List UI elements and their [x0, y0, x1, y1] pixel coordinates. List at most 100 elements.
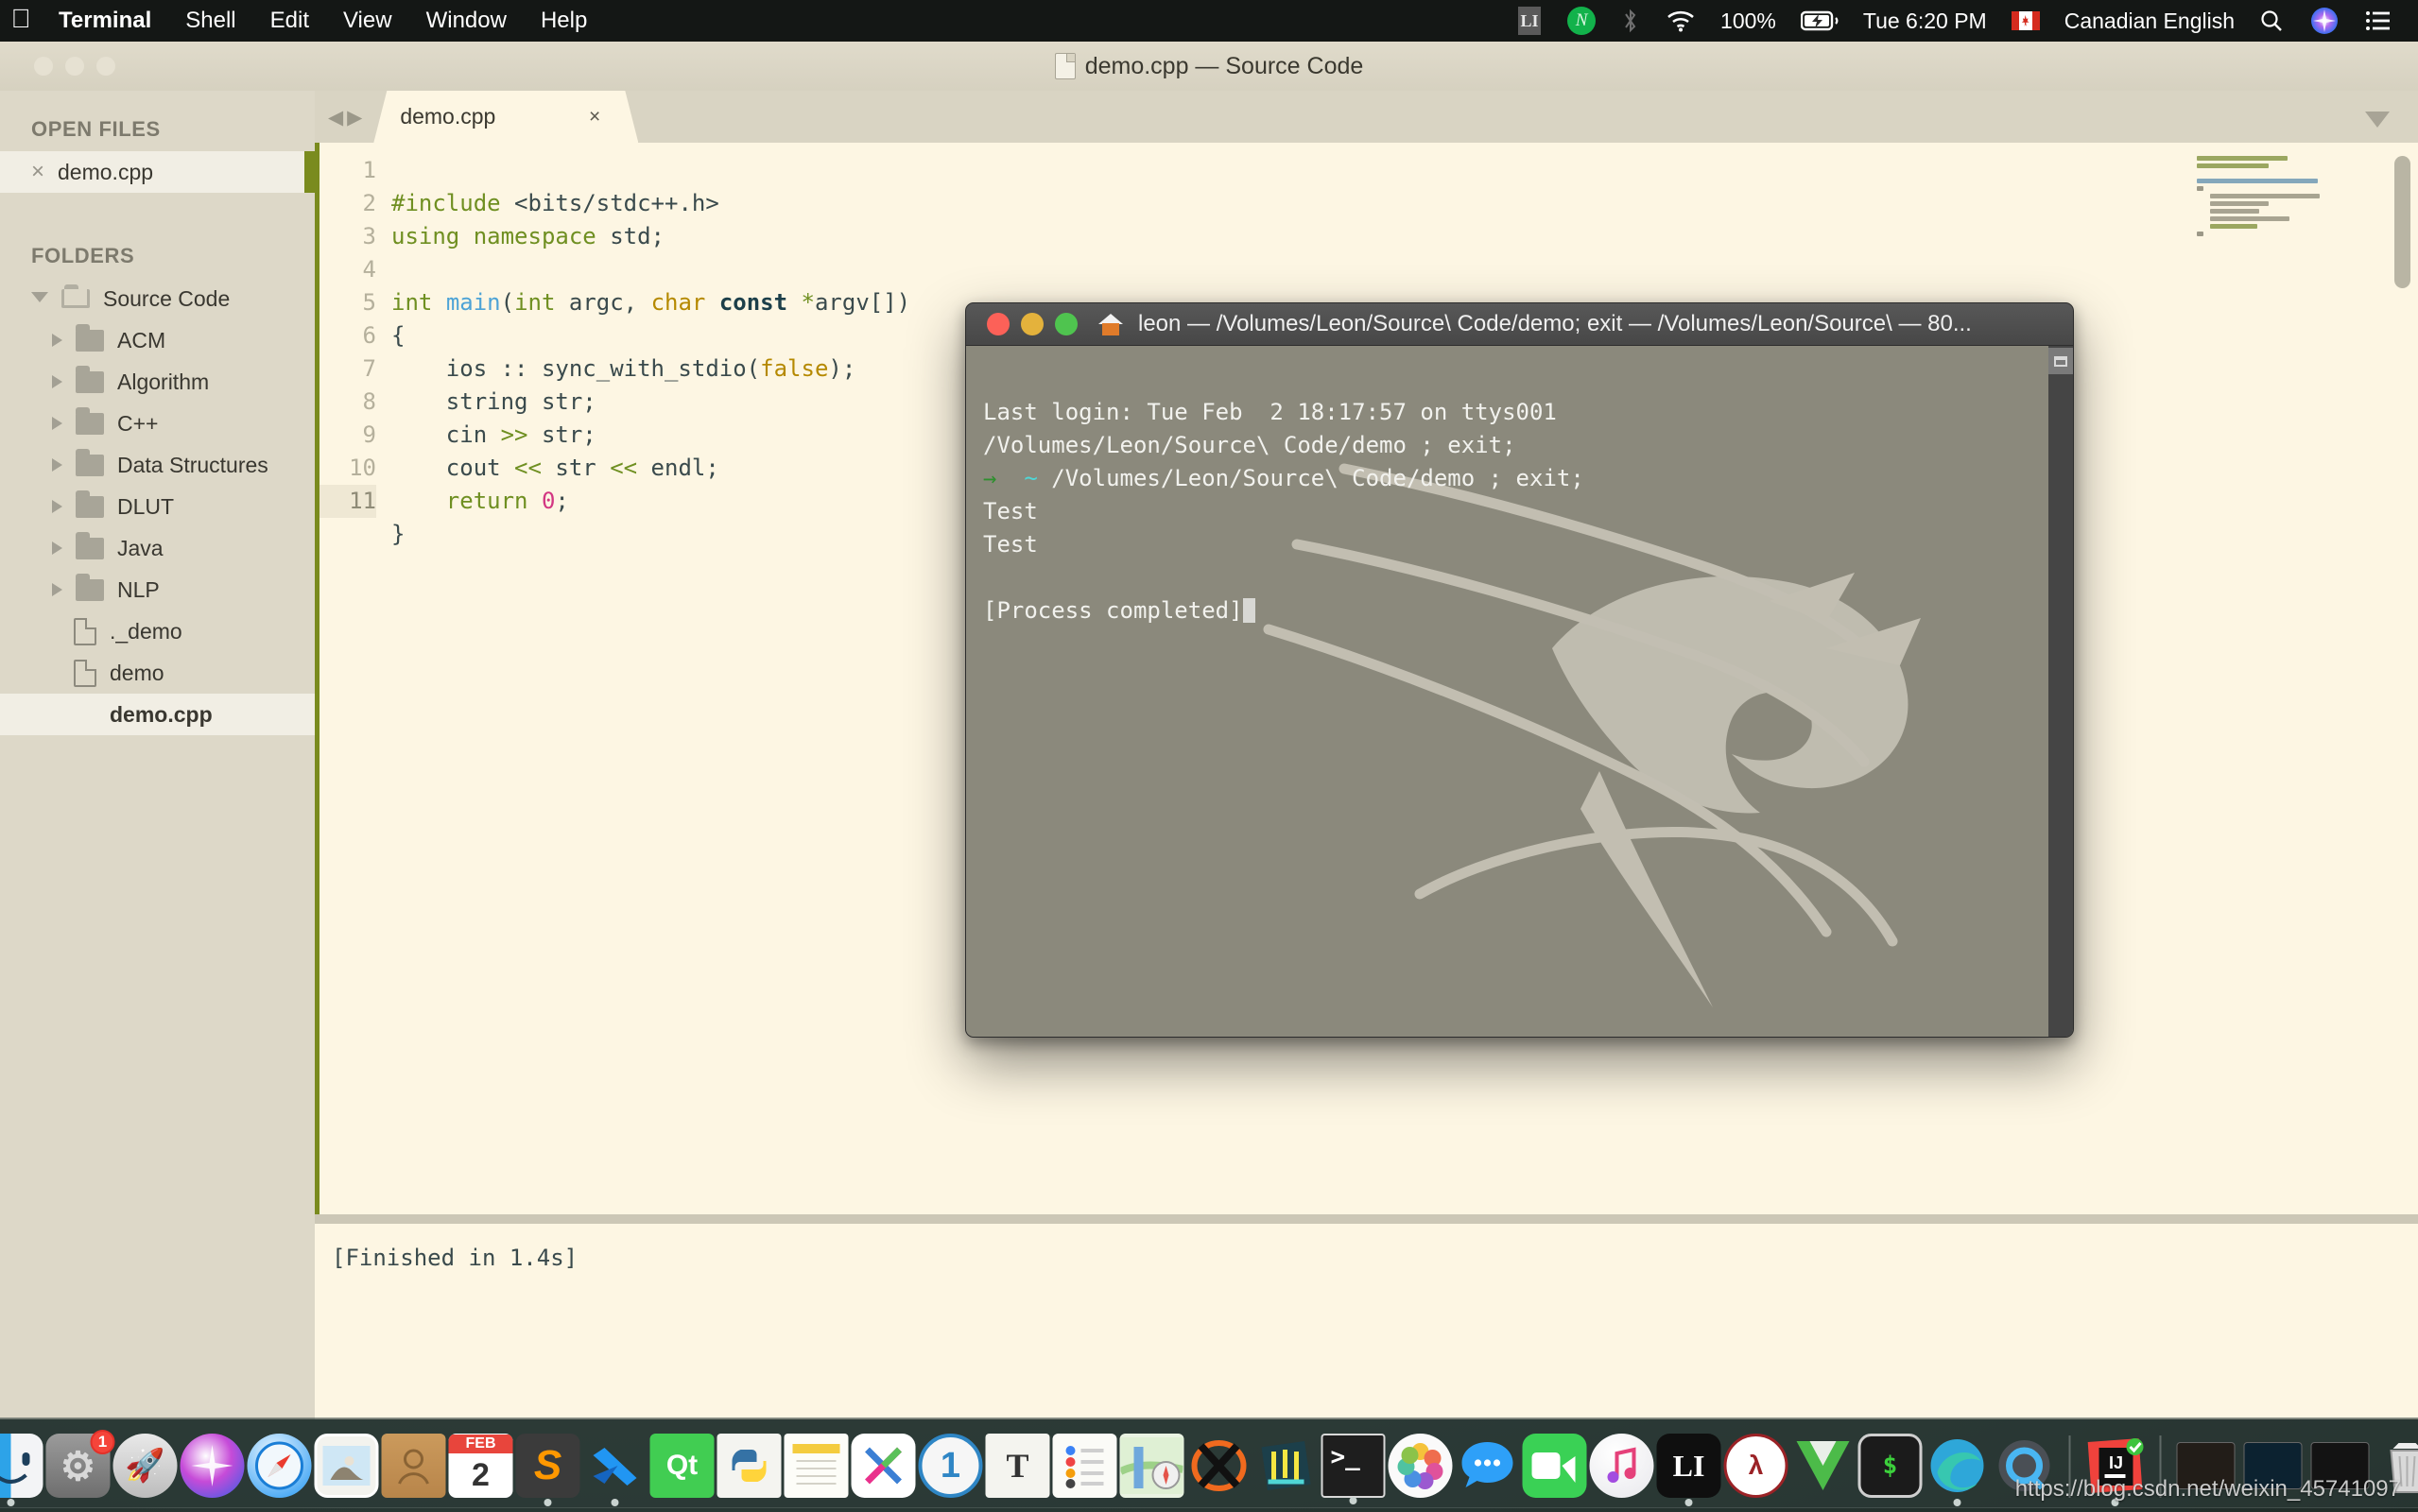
- close-button[interactable]: [987, 313, 1010, 335]
- menu-bar-clock[interactable]: Tue 6:20 PM: [1852, 9, 1998, 34]
- chevron-right-icon[interactable]: [52, 458, 62, 472]
- battery-charging-icon[interactable]: [1788, 10, 1852, 31]
- menu-item-terminal[interactable]: Terminal: [42, 8, 168, 34]
- chevron-down-icon[interactable]: [2365, 112, 2390, 128]
- chevron-right-icon[interactable]: [52, 417, 62, 430]
- dock-item-microsoft-edge[interactable]: [1926, 1434, 1990, 1506]
- dock-item-messages[interactable]: [1456, 1434, 1520, 1498]
- folder-source-code[interactable]: Source Code: [0, 278, 315, 319]
- dock-item-mit-app[interactable]: λ: [1723, 1434, 1788, 1498]
- dock-item-python-idle[interactable]: [717, 1434, 782, 1498]
- dock-item-finder[interactable]: [0, 1434, 43, 1506]
- sidebar-item-dot-demo[interactable]: ._demo: [0, 610, 315, 652]
- terminal-body[interactable]: Last login: Tue Feb 2 18:17:57 on ttys00…: [966, 346, 2073, 1037]
- gear-icon: ⚙: [60, 1443, 96, 1488]
- terminal-title-bar[interactable]: leon — /Volumes/Leon/Source\ Code/demo; …: [966, 303, 2073, 346]
- sidebar-item-acm[interactable]: ACM: [0, 319, 315, 361]
- tab-next-icon[interactable]: ▶: [347, 106, 362, 129]
- calendar-month-label: FEB: [448, 1435, 513, 1453]
- dock-item-mail[interactable]: [314, 1434, 379, 1498]
- sidebar-item-cpp[interactable]: C++: [0, 403, 315, 444]
- dock-item-visual-studio-code[interactable]: [583, 1434, 648, 1506]
- dock-item-onenote[interactable]: 1: [918, 1434, 983, 1498]
- zoom-button[interactable]: [1055, 313, 1078, 335]
- nord-vpn-icon[interactable]: N: [1554, 7, 1609, 35]
- bluetooth-icon[interactable]: [1609, 8, 1652, 34]
- sidebar-item-nlp[interactable]: NLP: [0, 569, 315, 610]
- menu-item-window[interactable]: Window: [409, 8, 524, 34]
- editor-title-bar: demo.cpp — Source Code: [0, 42, 2418, 91]
- menu-item-shell[interactable]: Shell: [168, 8, 252, 34]
- dock-item-terminal[interactable]: >_: [1321, 1434, 1386, 1504]
- wifi-icon[interactable]: [1652, 9, 1709, 32]
- dock-item-sublime-text[interactable]: S: [515, 1434, 580, 1506]
- search-icon[interactable]: [2246, 9, 2297, 33]
- line-number: 1: [362, 157, 376, 183]
- stamp-icon: [322, 1446, 371, 1486]
- chevron-right-icon[interactable]: [52, 500, 62, 513]
- dock-item-launchpad[interactable]: 🚀: [112, 1434, 178, 1498]
- input-source-label[interactable]: Canadian English: [2053, 9, 2246, 34]
- tab-prev-icon[interactable]: ◀: [328, 106, 343, 129]
- open-file-demo-cpp[interactable]: × demo.cpp: [0, 151, 315, 193]
- dock-item-lightroom[interactable]: LI: [1656, 1434, 1721, 1506]
- minimap[interactable]: [2197, 143, 2386, 1214]
- sidebar-item-label: demo.cpp: [110, 701, 213, 727]
- chevron-right-icon[interactable]: [52, 583, 62, 596]
- dock-item-textedit[interactable]: T: [985, 1434, 1050, 1498]
- dock-item-reminders[interactable]: [1052, 1434, 1117, 1498]
- apple-logo-icon[interactable]: : [0, 5, 42, 37]
- terminal-window[interactable]: leon — /Volumes/Leon/Source\ Code/demo; …: [965, 302, 2074, 1038]
- sidebar-item-java[interactable]: Java: [0, 527, 315, 569]
- notification-badge: 1: [90, 1430, 115, 1454]
- sidebar-item-algorithm[interactable]: Algorithm: [0, 361, 315, 403]
- minimize-button[interactable]: [1021, 313, 1044, 335]
- dock-item-notes[interactable]: [784, 1434, 849, 1498]
- dock-item-xampp[interactable]: [1187, 1434, 1252, 1498]
- notification-center-icon[interactable]: [2352, 9, 2405, 32]
- dock-item-qt-creator[interactable]: Qt: [649, 1434, 715, 1498]
- menu-item-view[interactable]: View: [326, 8, 409, 34]
- line-number: 7: [362, 355, 376, 382]
- lightroom-icon[interactable]: LI: [1505, 7, 1554, 35]
- terminal-scrollbar-thumb[interactable]: [2048, 348, 2073, 374]
- tab-demo-cpp[interactable]: demo.cpp ×: [373, 91, 638, 143]
- chevron-down-icon[interactable]: [31, 292, 48, 309]
- dock-item-siri[interactable]: [180, 1434, 245, 1498]
- dock-item-calendar[interactable]: FEB 2: [448, 1434, 513, 1498]
- canada-flag-icon[interactable]: [1998, 11, 2053, 30]
- chevron-right-icon[interactable]: [52, 375, 62, 388]
- dock-item-itunes[interactable]: [1589, 1434, 1654, 1498]
- sidebar-item-data-structures[interactable]: Data Structures: [0, 444, 315, 486]
- line-number: 4: [362, 256, 376, 283]
- dock-item-xmind-zen[interactable]: [1254, 1434, 1319, 1498]
- terminal-scrollbar[interactable]: [2048, 346, 2073, 1037]
- sidebar-item-demo[interactable]: demo: [0, 652, 315, 694]
- sidebar-item-demo-cpp[interactable]: demo.cpp: [0, 694, 315, 735]
- close-icon[interactable]: ×: [31, 159, 44, 185]
- menu-item-help[interactable]: Help: [524, 8, 604, 34]
- siri-icon[interactable]: [2297, 7, 2352, 35]
- close-icon[interactable]: ×: [589, 106, 638, 129]
- panel-divider[interactable]: [315, 1214, 2418, 1224]
- messages-icon: [1461, 1442, 1513, 1487]
- running-indicator: [611, 1499, 619, 1506]
- dock-item-macvim[interactable]: [1791, 1434, 1856, 1498]
- menu-bar-status-area: LI N 100% Tue 6:20 PM Canadian English: [1505, 7, 2418, 35]
- code-line-9: cout << str << endl;: [391, 455, 719, 481]
- person-icon: [398, 1449, 429, 1485]
- dock-item-facetime[interactable]: [1522, 1434, 1587, 1498]
- dock-item-maps[interactable]: [1119, 1434, 1184, 1498]
- dock-item-system-preferences[interactable]: ⚙ 1: [45, 1430, 115, 1498]
- dock-item-contacts[interactable]: [381, 1434, 446, 1498]
- dock-item-photos[interactable]: [1388, 1434, 1453, 1498]
- dock-item-safari[interactable]: [247, 1434, 312, 1498]
- dock-item-iterm[interactable]: $: [1857, 1434, 1923, 1498]
- menu-item-edit[interactable]: Edit: [253, 8, 326, 34]
- tab-nav-arrows[interactable]: ◀ ▶: [315, 106, 373, 143]
- chevron-right-icon[interactable]: [52, 541, 62, 555]
- dock-item-xmind[interactable]: [851, 1434, 916, 1498]
- chevron-right-icon[interactable]: [52, 334, 62, 347]
- editor-scrollbar[interactable]: [2394, 156, 2410, 288]
- sidebar-item-dlut[interactable]: DLUT: [0, 486, 315, 527]
